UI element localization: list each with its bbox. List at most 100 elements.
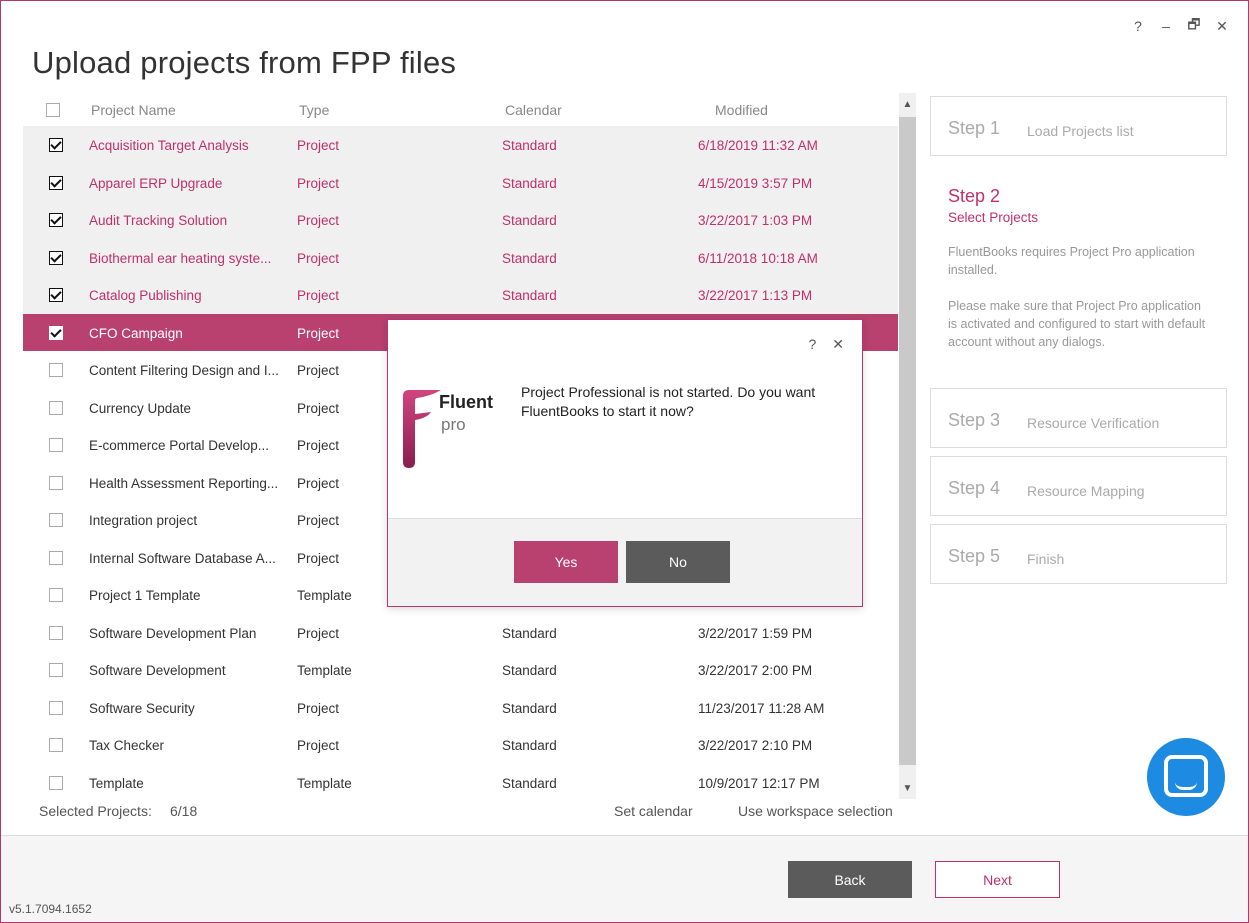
type-cell: Project [297, 400, 340, 416]
table-row[interactable]: Template Template Standard 10/9/2017 12:17 … [23, 764, 898, 802]
dialog-message: Project Professional is not started. Do … [521, 384, 816, 419]
type-cell: Project [297, 738, 340, 753]
project-name-cell: CFO Campaign [89, 325, 183, 341]
table-row[interactable]: Tax Checker Project Standard 3/22/2017 2:10… [23, 726, 898, 764]
step-3-number: Step 3 [948, 410, 1001, 430]
chat-button[interactable] [1147, 738, 1225, 816]
row-checkbox[interactable] [49, 175, 63, 190]
table-row[interactable]: Audit Tracking Solution Project Standard 3/… [23, 201, 898, 239]
calendar-cell: Standard [502, 250, 557, 266]
selected-projects-label: Selected Projects: [39, 803, 152, 819]
chat-icon [1164, 755, 1208, 797]
help-icon[interactable]: ? [1124, 15, 1152, 37]
type-cell: Project [297, 175, 340, 191]
row-checkbox[interactable] [49, 325, 63, 340]
step-5-number: Step 5 [948, 546, 1001, 566]
set-calendar-link[interactable]: Set calendar [614, 803, 693, 819]
minimize-icon[interactable]: – [1152, 15, 1180, 37]
modified-cell: 3/22/2017 2:00 PM [698, 663, 813, 678]
table-row[interactable]: Apparel ERP Upgrade Project Standard 4/15/2… [23, 163, 898, 201]
logo-word-pro: pro [441, 415, 466, 434]
restore-icon[interactable]: 🗗 [1180, 15, 1208, 37]
type-cell: Project [297, 250, 340, 266]
row-checkbox[interactable] [49, 700, 63, 715]
step-1-label: Load Projects list [1027, 123, 1134, 139]
step-5-label: Finish [1027, 551, 1065, 567]
close-icon[interactable]: ✕ [1208, 15, 1236, 37]
row-checkbox[interactable] [49, 475, 63, 490]
type-cell: Project [297, 363, 340, 378]
project-name-cell: Internal Software Database A... [89, 550, 276, 566]
vertical-scrollbar[interactable]: ▲ ▼ [899, 93, 916, 799]
table-row[interactable]: Biothermal ear heating syste... Project St… [23, 238, 898, 276]
type-cell: Project [297, 325, 340, 341]
modified-cell: 3/22/2017 2:10 PM [698, 738, 813, 753]
selected-projects-count: 6/18 [170, 803, 198, 819]
row-checkbox[interactable] [49, 363, 63, 377]
row-checkbox[interactable] [49, 663, 63, 677]
step-2-label: Select Projects [948, 210, 1039, 225]
table-row[interactable]: Acquisition Target Analysis Project Standa… [23, 126, 898, 164]
row-checkbox[interactable] [49, 213, 63, 227]
logo-word-fluent: Fluent [439, 392, 493, 412]
next-button[interactable]: Next [935, 861, 1060, 898]
row-checkbox[interactable] [49, 550, 63, 565]
header-modified[interactable]: Modified [715, 102, 768, 118]
step-2: Step 2 Select Projects FluentBooks requi… [948, 186, 1208, 351]
table-row[interactable]: Software Security Project Standard 11/23/20… [23, 689, 898, 727]
step-4-label: Resource Mapping [1027, 483, 1145, 499]
row-checkbox[interactable] [49, 138, 63, 152]
row-checkbox[interactable] [49, 775, 63, 790]
row-checkbox[interactable] [49, 438, 63, 452]
dialog-help-icon[interactable]: ? [808, 336, 816, 353]
project-name-cell: Project 1 Template [89, 588, 201, 603]
table-row[interactable]: Software Development Template Standard 3/22… [23, 651, 898, 689]
type-cell: Project [297, 475, 340, 491]
modified-cell: 3/22/2017 1:03 PM [698, 213, 813, 228]
step-5: Step 5 Finish [930, 524, 1227, 584]
modified-cell: 3/22/2017 1:59 PM [698, 625, 813, 641]
step-4: Step 4 Resource Mapping [930, 456, 1227, 516]
row-checkbox[interactable] [49, 288, 63, 302]
header-calendar[interactable]: Calendar [505, 102, 562, 118]
type-cell: Project [297, 550, 340, 566]
type-cell: Template [297, 663, 352, 678]
table-header: Project Name Type Calendar Modified [23, 93, 898, 126]
step-2-number: Step 2 [948, 186, 1001, 206]
dialog-close-icon[interactable]: ✕ [832, 336, 844, 353]
row-checkbox[interactable] [49, 588, 63, 602]
project-name-cell: Apparel ERP Upgrade [89, 175, 223, 191]
scroll-thumb[interactable] [899, 117, 916, 765]
back-button[interactable]: Back [788, 861, 912, 898]
header-project-name[interactable]: Project Name [91, 102, 176, 118]
use-workspace-selection-link[interactable]: Use workspace selection [738, 803, 893, 819]
type-cell: Project [297, 513, 340, 528]
type-cell: Project [297, 625, 340, 641]
table-row[interactable]: Catalog Publishing Project Standard 3/22/20… [23, 276, 898, 314]
step-1-number: Step 1 [948, 118, 1001, 138]
page-title: Upload projects from FPP files [32, 45, 457, 80]
select-all-checkbox[interactable] [46, 103, 60, 117]
scroll-down-icon[interactable]: ▼ [899, 779, 916, 797]
project-name-cell: Catalog Publishing [89, 288, 202, 303]
modified-cell: 4/15/2019 3:57 PM [698, 175, 813, 191]
row-checkbox[interactable] [49, 400, 63, 415]
project-name-cell: Audit Tracking Solution [89, 213, 228, 228]
no-button[interactable]: No [626, 541, 730, 583]
modified-cell: 6/18/2019 11:32 AM [698, 138, 818, 153]
modified-cell: 6/11/2018 10:18 AM [698, 250, 818, 266]
project-name-cell: Software Development [89, 663, 226, 678]
table-row[interactable]: Software Development Plan Project Standard… [23, 614, 898, 652]
row-checkbox[interactable] [49, 625, 63, 640]
fluentpro-logo: Fluent pro [403, 390, 493, 468]
yes-button[interactable]: Yes [514, 541, 618, 583]
row-checkbox[interactable] [49, 250, 63, 265]
row-checkbox[interactable] [49, 738, 63, 752]
scroll-up-icon[interactable]: ▲ [899, 95, 916, 113]
modified-cell: 10/9/2017 12:17 PM [698, 775, 820, 791]
header-type[interactable]: Type [299, 102, 329, 118]
type-cell: Template [297, 588, 352, 603]
start-project-dialog: ? ✕ Fluent pro Project Professional is n… [387, 319, 863, 607]
window-controls: ? – 🗗 ✕ [1124, 15, 1236, 37]
row-checkbox[interactable] [49, 513, 63, 527]
